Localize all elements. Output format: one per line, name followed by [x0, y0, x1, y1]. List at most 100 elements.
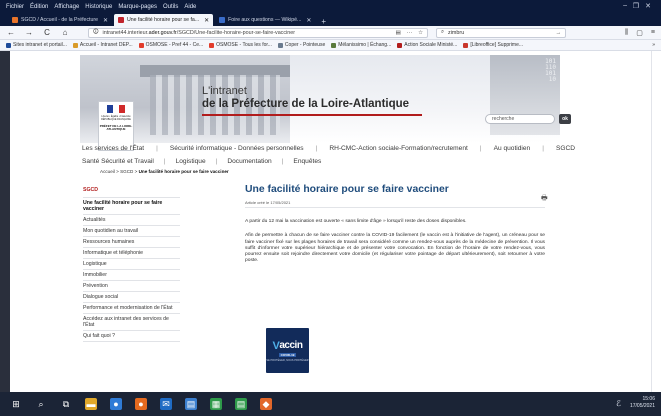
sidebar-item[interactable]: Actualités	[83, 215, 180, 226]
browser-tab[interactable]: Une facilité horaire pour se fa... ✕	[114, 14, 214, 26]
browser-tab[interactable]: Foire aux questions — Wikipé... ✕	[215, 14, 315, 26]
menu-icon[interactable]: ≡	[651, 29, 655, 37]
site-search-button[interactable]: ok	[559, 114, 571, 124]
reload-button[interactable]: C	[42, 28, 52, 37]
close-icon[interactable]: ✕	[645, 2, 651, 10]
sidebar-item[interactable]: Mon quotidien au travail	[83, 226, 180, 237]
new-tab-button[interactable]: +	[317, 17, 330, 26]
url-bar[interactable]: 🛈 intranet44.interieur.ader.gouv.fr/SGCD…	[88, 27, 428, 38]
bookmark-label: Sites intranet et portail...	[13, 42, 67, 48]
menu-item-3[interactable]: Historique	[85, 4, 112, 10]
chrome-icon[interactable]: ●	[110, 398, 122, 410]
prefecture-logo[interactable]: Liberté • Égalité • Fraternité RÉPUBLIQU…	[98, 101, 134, 151]
search-go-icon[interactable]: →	[556, 30, 561, 36]
sidebar-item[interactable]: Dialogue social	[83, 292, 180, 303]
sidebar-item[interactable]: Immobilier	[83, 270, 180, 281]
menu-item-5[interactable]: Outils	[163, 4, 178, 10]
minimize-icon[interactable]: –	[623, 2, 627, 9]
toolbar-right: ⫼ ▢ ≡	[625, 29, 655, 37]
menu-item-0[interactable]: Fichier	[6, 4, 24, 10]
explorer-icon[interactable]: ▬	[85, 398, 97, 410]
tab-favicon-icon	[219, 17, 226, 23]
sidebar-item[interactable]: Accédez aux intranet des services de l'É…	[83, 314, 180, 331]
writer-icon[interactable]: ▤	[235, 398, 247, 410]
outlook-icon[interactable]: ✉	[160, 398, 172, 410]
bookmark-item[interactable]: OSMOSE - Pref 44 - Ce...	[138, 42, 203, 48]
sidebar-item[interactable]: Logistique	[83, 259, 180, 270]
site-search-input[interactable]: recherche	[485, 114, 555, 124]
tab-favicon-icon	[118, 17, 125, 23]
bookmark-item[interactable]: Mélanissimo | Échang...	[331, 42, 391, 48]
nav-item[interactable]: RH-CMC-Action sociale-Formation/recrutem…	[329, 145, 468, 152]
breadcrumb-home[interactable]: Accueil	[100, 169, 115, 174]
sidebar-item[interactable]: Ressources humaines	[83, 237, 180, 248]
bookmark-item[interactable]: Accueil - Intranet DEP...	[72, 42, 133, 48]
library-icon[interactable]: ⫼	[625, 29, 628, 37]
sidebar-item[interactable]: Une facilité horaire pour se faire vacci…	[83, 197, 180, 215]
bookmark-label: Mélanissimo | Échang...	[338, 42, 392, 48]
sidebar-heading[interactable]: SGCD	[83, 185, 180, 197]
browser-tab[interactable]: SGCD / Accueil - de la Préfecture ✕	[8, 14, 112, 26]
bookmark-item[interactable]: Action Sociale Ministé...	[397, 42, 457, 48]
tab-close-icon[interactable]: ✕	[204, 17, 209, 24]
url-actions: ▤ ··· ☆	[396, 30, 423, 36]
nav-item[interactable]: Enquêtes	[293, 158, 321, 165]
home-button[interactable]: ⌂	[60, 28, 70, 37]
nav-item[interactable]: Santé Sécurité et Travail	[82, 158, 154, 165]
tab-label: SGCD / Accueil - de la Préfecture	[21, 17, 98, 23]
bookmark-star-icon[interactable]: ☆	[418, 30, 423, 36]
bookmark-label: Accueil - Intranet DEP...	[79, 42, 133, 48]
sidebar-item[interactable]: Qui fait quoi ?	[83, 331, 180, 342]
back-button[interactable]: ←	[6, 28, 16, 37]
menu-item-6[interactable]: Aide	[184, 4, 196, 10]
bookmark-item[interactable]: Sites intranet et portail...	[6, 42, 67, 48]
bookmarks-overflow-icon[interactable]: »	[652, 42, 661, 48]
sidebar-item[interactable]: Informatique et téléphonie	[83, 248, 180, 259]
search-bar[interactable]: ⌕ zimbru →	[436, 27, 566, 38]
tab-close-icon[interactable]: ✕	[103, 17, 108, 24]
bookmark-favicon-icon	[6, 42, 11, 48]
breadcrumb-sgcd[interactable]: SGCD	[120, 169, 133, 174]
nav-item[interactable]: Les services de l'État	[82, 145, 144, 152]
bookmark-item[interactable]: OSMOSE - Tous les for...	[209, 42, 272, 48]
firefox-icon[interactable]: ●	[135, 398, 147, 410]
nav-item[interactable]: Au quotidien	[494, 145, 531, 152]
menu-item-4[interactable]: Marque-pages	[118, 4, 157, 10]
sidebar-item[interactable]: Prévention	[83, 281, 180, 292]
menu-item-1[interactable]: Édition	[30, 4, 48, 10]
app-icon[interactable]: ◆	[260, 398, 272, 410]
tab-close-icon[interactable]: ✕	[306, 17, 311, 24]
clock-time: 15:06	[642, 396, 655, 402]
sidebar-item[interactable]: Performance et modernisation de l'État	[83, 303, 180, 314]
forward-button[interactable]: →	[24, 28, 34, 37]
scrollbar[interactable]	[651, 51, 661, 392]
bookmark-item[interactable]: [Libreoffice] Supprime...	[463, 42, 523, 48]
maximize-icon[interactable]: ❐	[633, 2, 639, 10]
taskbar: ⊞ ⌕ ⧉ ▬ ● ● ✉ ▤ ▦ ▤ ◆	[0, 392, 661, 416]
nav-item[interactable]: Sécurité informatique - Données personne…	[170, 145, 304, 152]
reader-icon[interactable]: ▤	[396, 30, 401, 36]
article-paragraph-1: A partir du 12 mai la vaccination est ou…	[245, 219, 467, 224]
vaccin-word-text: accin	[279, 340, 303, 351]
nav-separator: |	[315, 145, 318, 152]
bookmark-label: [Libreoffice] Supprime...	[470, 42, 524, 48]
bookmarks-bar: Sites intranet et portail... Accueil - In…	[0, 40, 661, 51]
menu-item-2[interactable]: Affichage	[54, 4, 79, 10]
search-icon[interactable]: ⌕	[35, 398, 47, 410]
nav-separator: |	[542, 145, 544, 152]
calc-icon[interactable]: ▦	[210, 398, 222, 410]
tray-icon[interactable]: ℰ	[616, 399, 621, 408]
notepad-icon[interactable]: ▤	[185, 398, 197, 410]
nav-item[interactable]: Documentation	[227, 158, 271, 165]
nav-item[interactable]: SGCD	[556, 145, 575, 152]
bookmark-label: OSMOSE - Tous les for...	[216, 42, 272, 48]
more-icon[interactable]: ···	[407, 30, 412, 36]
task-view-icon[interactable]: ⧉	[60, 398, 72, 410]
bookmark-item[interactable]: Coper - Pointeuse	[277, 42, 326, 48]
taskbar-clock[interactable]: 15:06 17/05/2021	[630, 396, 655, 410]
bookmark-label: Coper - Pointeuse	[284, 42, 326, 48]
navigation-bar: ← → C ⌂ 🛈 intranet44.interieur.ader.gouv…	[0, 26, 661, 40]
windows-start-icon[interactable]: ⊞	[10, 398, 22, 410]
nav-item[interactable]: Logistique	[176, 158, 206, 165]
sidebar-icon[interactable]: ▢	[636, 29, 643, 37]
